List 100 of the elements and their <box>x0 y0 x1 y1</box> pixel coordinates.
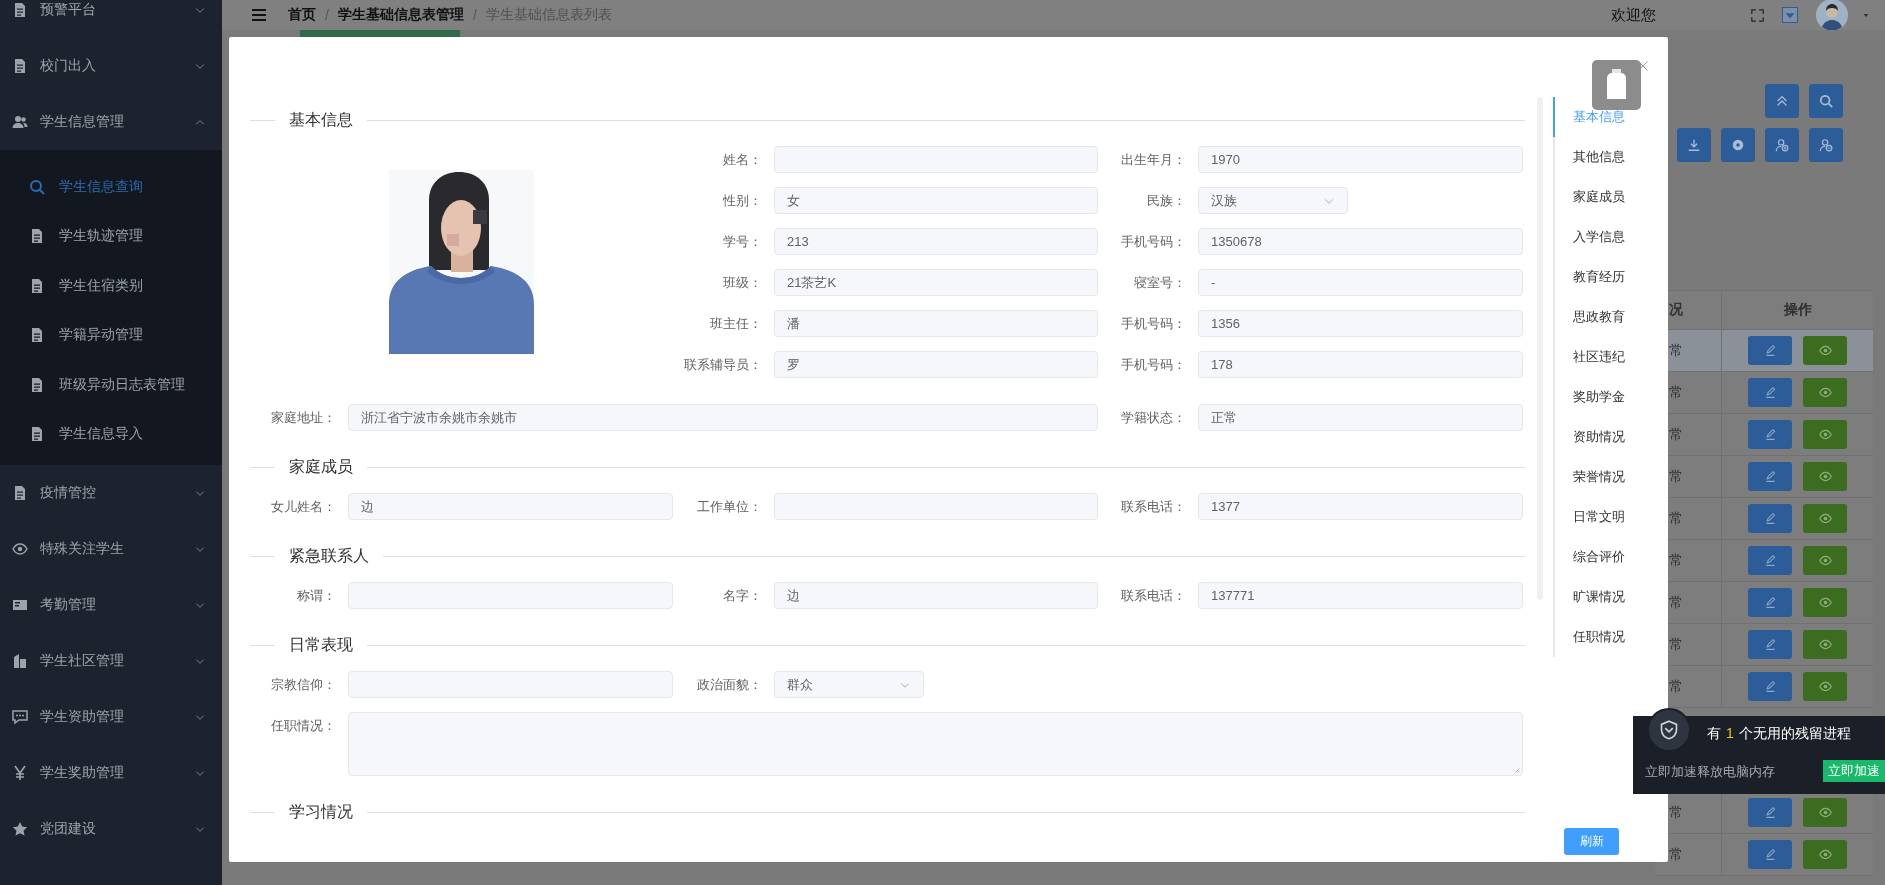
text-field[interactable]: 潘 <box>774 310 1098 337</box>
edit-button[interactable] <box>1748 798 1792 827</box>
select-field[interactable]: 群众 <box>774 671 924 698</box>
anchor-link[interactable]: 入学信息 <box>1553 217 1668 257</box>
view-button[interactable] <box>1803 798 1847 827</box>
menu-item[interactable]: 学生社区管理 <box>0 633 222 689</box>
text-field[interactable]: 1350678 <box>1198 228 1523 255</box>
shield-icon <box>1659 720 1679 740</box>
submenu-item[interactable]: 学生信息查询 <box>0 162 222 212</box>
view-button[interactable] <box>1803 546 1847 575</box>
submenu-item[interactable]: 学生住宿类别 <box>0 261 222 311</box>
document-icon <box>12 2 28 18</box>
text-field[interactable]: 罗 <box>774 351 1098 378</box>
text-area[interactable] <box>348 712 1523 776</box>
breadcrumb-link[interactable]: 首页 <box>288 6 316 24</box>
text-field[interactable]: 1377 <box>1198 493 1523 520</box>
menu-item[interactable]: 党团建设 <box>0 801 222 857</box>
breadcrumb-link[interactable]: 学生基础信息表管理 <box>337 6 464 24</box>
pencil-icon <box>1763 386 1777 399</box>
view-button[interactable] <box>1803 504 1847 533</box>
section-title: 学习情况 <box>288 801 354 822</box>
users-icon <box>12 114 28 130</box>
toolbar-button[interactable] <box>1721 128 1755 162</box>
edit-button[interactable] <box>1748 504 1792 533</box>
text-field[interactable]: 1970 <box>1198 146 1523 173</box>
select-field[interactable]: 汉族 <box>1198 187 1348 214</box>
edit-button[interactable] <box>1748 462 1792 491</box>
toolbar-button[interactable] <box>1765 128 1799 162</box>
pencil-icon <box>1763 638 1777 651</box>
text-field[interactable]: 浙江省宁波市余姚市余姚市 <box>348 404 1098 431</box>
eye-icon <box>1818 848 1832 861</box>
menu-item[interactable]: 预警平台 <box>0 0 222 38</box>
toolbar-button[interactable] <box>1809 128 1843 162</box>
text-field[interactable]: 178 <box>1198 351 1523 378</box>
view-button[interactable] <box>1803 462 1847 491</box>
text-field[interactable] <box>774 493 1098 520</box>
menu-item[interactable]: 校门出入 <box>0 38 222 94</box>
menu-item[interactable]: 疫情管控 <box>0 465 222 521</box>
text-field[interactable]: 边 <box>774 582 1098 609</box>
field-label: 女儿姓名： <box>270 497 337 516</box>
view-button[interactable] <box>1803 672 1847 701</box>
view-button[interactable] <box>1803 588 1847 617</box>
edit-button[interactable] <box>1748 588 1792 617</box>
view-button[interactable] <box>1803 378 1847 407</box>
field-label: 名字： <box>722 586 763 605</box>
eye-icon <box>12 541 28 557</box>
view-button[interactable] <box>1803 630 1847 659</box>
caret-icon <box>1862 11 1870 19</box>
submenu-item[interactable]: 班级异动日志表管理 <box>0 360 222 410</box>
text-field[interactable]: 213 <box>774 228 1098 255</box>
anchor-link[interactable]: 家庭成员 <box>1553 177 1668 217</box>
document-icon <box>29 376 45 393</box>
field-label: 寝室号： <box>1133 273 1187 292</box>
menu-item[interactable]: 学生资助管理 <box>0 689 222 745</box>
notice-message: 立即加速释放电脑内存 <box>1645 763 1775 781</box>
text-field[interactable]: 137771 <box>1198 582 1523 609</box>
view-button[interactable] <box>1803 336 1847 365</box>
edit-button[interactable] <box>1748 840 1792 869</box>
breadcrumb-separator: / <box>472 7 477 23</box>
text-field[interactable]: 1356 <box>1198 310 1523 337</box>
text-field[interactable] <box>348 582 673 609</box>
text-field[interactable]: - <box>1198 269 1523 296</box>
edit-button[interactable] <box>1748 420 1792 449</box>
field-label: 出生年月： <box>1120 150 1187 169</box>
field-label: 称谓： <box>296 586 337 605</box>
notice-count: 1 <box>1726 725 1734 743</box>
field-label: 工作单位： <box>696 497 763 516</box>
submenu-item[interactable]: 学生信息导入 <box>0 409 222 459</box>
submenu-item[interactable]: 学籍异动管理 <box>0 310 222 360</box>
notice-text: 有 <box>1707 725 1721 743</box>
toolbar-button[interactable] <box>1677 128 1711 162</box>
toolbar-button[interactable] <box>1809 84 1843 118</box>
usb-drive-icon[interactable] <box>1592 60 1641 110</box>
star-icon <box>12 821 28 837</box>
text-field[interactable]: 女 <box>774 187 1098 214</box>
text-field[interactable] <box>348 671 673 698</box>
edit-button[interactable] <box>1748 546 1792 575</box>
view-button[interactable] <box>1803 840 1847 869</box>
pencil-icon <box>1763 344 1777 357</box>
menu-item[interactable]: 学生奖助管理 <box>0 745 222 801</box>
avatar[interactable] <box>1816 0 1848 31</box>
submenu-item[interactable]: 学生轨迹管理 <box>0 211 222 261</box>
text-field[interactable]: 边 <box>348 493 673 520</box>
edit-button[interactable] <box>1748 630 1792 659</box>
pencil-icon <box>1763 512 1777 525</box>
menu-item[interactable]: 学生信息管理 <box>0 94 222 150</box>
toolbar-button[interactable] <box>1765 84 1799 118</box>
view-button[interactable] <box>1803 420 1847 449</box>
text-field[interactable]: 正常 <box>1198 404 1523 431</box>
menu-item[interactable]: 考勤管理 <box>0 577 222 633</box>
menu-item[interactable]: 特殊关注学生 <box>0 521 222 577</box>
edit-button[interactable] <box>1748 672 1792 701</box>
edit-button[interactable] <box>1748 336 1792 365</box>
text-field[interactable]: 21茶艺K <box>774 269 1098 296</box>
edit-button[interactable] <box>1748 378 1792 407</box>
text-field[interactable] <box>774 146 1098 173</box>
document-icon <box>12 485 28 501</box>
eye-icon <box>1818 638 1832 651</box>
field-label: 宗教信仰： <box>270 675 337 694</box>
anchor-link[interactable]: 其他信息 <box>1553 137 1668 177</box>
